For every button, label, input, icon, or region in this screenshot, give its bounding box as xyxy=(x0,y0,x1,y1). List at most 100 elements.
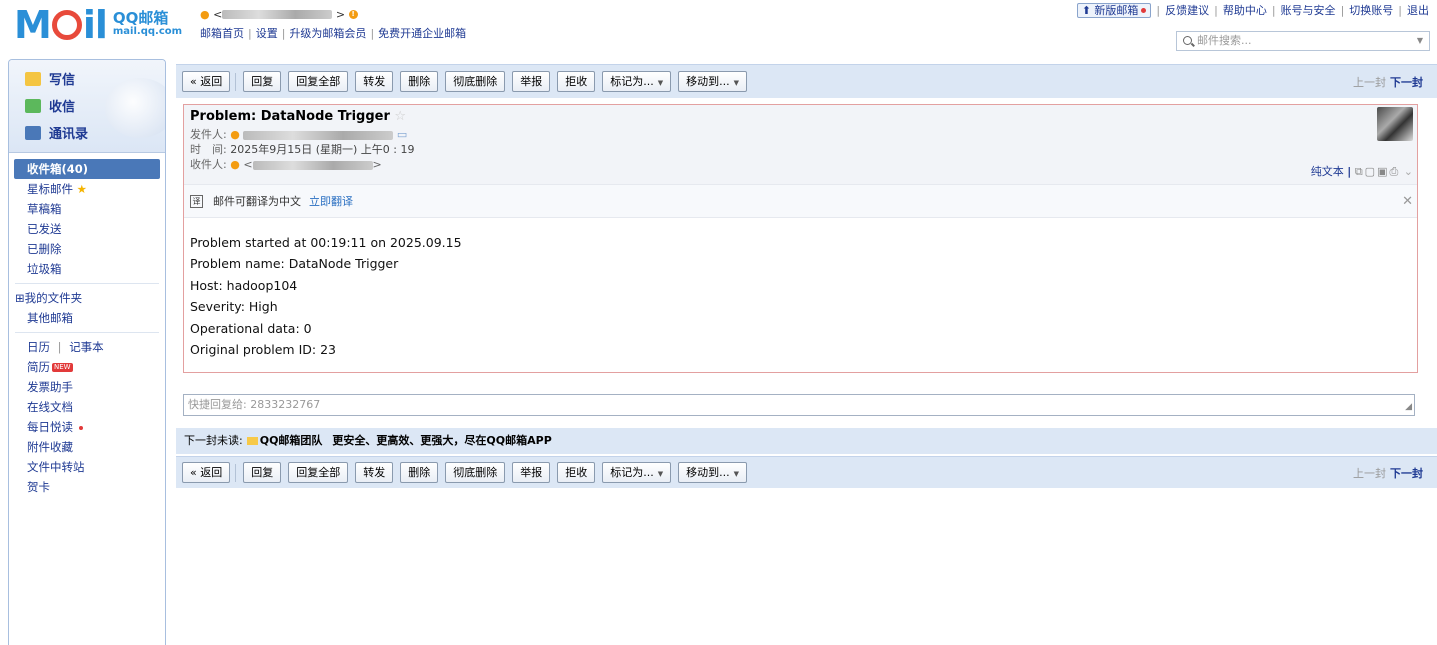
link-feedback[interactable]: 反馈建议 xyxy=(1165,2,1209,18)
mark-as-dropdown[interactable]: 标记为... ▼ xyxy=(602,71,672,92)
sender-avatar[interactable] xyxy=(1377,107,1413,141)
other-mailboxes[interactable]: 其他邮箱 xyxy=(9,308,165,328)
redacted-sender[interactable] xyxy=(243,130,394,140)
user-account[interactable]: ● < > ! xyxy=(200,8,358,21)
compose-button[interactable]: 写信 xyxy=(25,69,75,88)
reply-button[interactable]: 回复 xyxy=(243,462,282,483)
next-unread-subject[interactable]: 更安全、更高效、更强大，尽在QQ邮箱APP xyxy=(332,434,551,447)
receive-button[interactable]: 收信 xyxy=(25,96,75,115)
delete-forever-button[interactable]: 彻底删除 xyxy=(445,71,506,92)
contacts-button[interactable]: 通讯录 xyxy=(25,123,88,142)
folder-sent[interactable]: 已发送 xyxy=(9,219,165,239)
link-help[interactable]: 帮助中心 xyxy=(1223,2,1267,18)
body-line: Original problem ID: 23 xyxy=(190,342,336,358)
link-calendar[interactable]: 日历 xyxy=(27,340,50,354)
chevron-down-icon: ▼ xyxy=(733,470,740,478)
folder-drafts[interactable]: 草稿箱 xyxy=(9,199,165,219)
envelope-icon xyxy=(246,437,258,445)
prev-mail-link[interactable]: 上一封 xyxy=(1353,76,1386,89)
mail-search-input[interactable]: 邮件搜索... ▼ xyxy=(1176,31,1430,51)
back-button[interactable]: « 返回 xyxy=(182,462,231,483)
body-line: Problem started at 00:19:11 on 2025.09.1… xyxy=(190,235,462,250)
resize-handle-icon[interactable]: ◢ xyxy=(1405,399,1412,415)
app-daily-reading[interactable]: 每日悦读 xyxy=(9,417,165,437)
mail-to: 收件人: ● < > xyxy=(190,158,382,171)
view-options: 纯文本 | ⧉▢▣⎙ ⌄ xyxy=(1310,165,1413,178)
folder-spam[interactable]: 垃圾箱 xyxy=(9,259,165,279)
next-unread-sender[interactable]: QQ邮箱团队 xyxy=(260,434,323,447)
star-icon[interactable]: ☆ xyxy=(394,109,406,124)
top-toolbar: « 返回 回复 回复全部 转发 删除 彻底删除 举报 拒收 标记为... ▼ 移动… xyxy=(176,64,1437,98)
sidebar-primary: 写信 收信 通讯录 xyxy=(9,60,165,153)
redacted-username xyxy=(222,10,333,19)
reply-all-button[interactable]: 回复全部 xyxy=(288,462,349,483)
delete-forever-button[interactable]: 彻底删除 xyxy=(445,462,506,483)
mail-subject: Problem: DataNode Trigger ☆ xyxy=(190,109,407,124)
header: Mil QQ邮箱 mail.qq.com ● < > ! 邮箱首页 | 设置 | 升级为… xyxy=(0,0,1437,58)
calendar-notes: 日历 | 记事本 xyxy=(27,340,104,354)
report-button[interactable]: 举报 xyxy=(512,71,551,92)
new-version-button[interactable]: ⬆ 新版邮箱 xyxy=(1076,2,1152,18)
sidebar-decoration xyxy=(105,78,165,138)
chevron-down-icon[interactable]: ▼ xyxy=(1417,32,1423,50)
move-to-dropdown[interactable]: 移动到... ▼ xyxy=(678,71,748,92)
body-line: Problem name: DataNode Trigger xyxy=(190,256,399,272)
folder-starred[interactable]: 星标邮件 ★ xyxy=(9,179,165,199)
reply-button[interactable]: 回复 xyxy=(243,71,282,92)
new-dot-icon xyxy=(1141,8,1147,13)
link-switch-account[interactable]: 切换账号 xyxy=(1349,2,1393,18)
mail-time: 时 间: 2025年9月15日 (星期一) 上午0 : 19 xyxy=(190,143,415,156)
close-icon[interactable]: ✕ xyxy=(1402,194,1413,209)
qq-mail-logo[interactable]: Mil QQ邮箱 mail.qq.com xyxy=(14,6,182,44)
reject-button[interactable]: 拒收 xyxy=(557,462,596,483)
link-upgrade-vip[interactable]: 升级为邮箱会员 xyxy=(289,27,366,40)
search-icon xyxy=(1183,36,1192,45)
translate-now-link[interactable]: 立即翻译 xyxy=(309,193,353,209)
reject-button[interactable]: 拒收 xyxy=(557,71,596,92)
inbox-download-icon xyxy=(25,98,41,113)
forward-button[interactable]: 转发 xyxy=(355,462,394,483)
view-mode-icons[interactable]: ⧉▢▣⎙ xyxy=(1355,165,1400,178)
mail-pager: 上一封 下一封 xyxy=(1353,465,1423,481)
delete-button[interactable]: 删除 xyxy=(400,462,439,483)
quick-reply-input[interactable]: 快捷回复给: 2833232767 ◢ xyxy=(183,394,1415,416)
move-to-dropdown[interactable]: 移动到... ▼ xyxy=(678,462,748,483)
redacted-recipient[interactable] xyxy=(252,160,373,170)
next-mail-link[interactable]: 下一封 xyxy=(1390,76,1423,89)
link-settings[interactable]: 设置 xyxy=(256,27,278,40)
reply-all-button[interactable]: 回复全部 xyxy=(288,71,349,92)
mark-as-dropdown[interactable]: 标记为... ▼ xyxy=(602,462,672,483)
forward-button[interactable]: 转发 xyxy=(355,71,394,92)
next-unread-label: 下一封未读: xyxy=(184,434,243,447)
app-greeting-cards[interactable]: 贺卡 xyxy=(9,477,165,497)
app-invoice[interactable]: 发票助手 xyxy=(9,377,165,397)
app-attachments[interactable]: 附件收藏 xyxy=(9,437,165,457)
mail-body: Problem started at 00:19:11 on 2025.09.1… xyxy=(184,218,1417,374)
quick-reply-placeholder: 快捷回复给: 2833232767 xyxy=(188,398,321,411)
search-placeholder: 邮件搜索... xyxy=(1197,34,1252,47)
link-notes[interactable]: 记事本 xyxy=(69,340,104,354)
alert-icon[interactable]: ! xyxy=(348,10,358,19)
link-account-security[interactable]: 账号与安全 xyxy=(1281,2,1336,18)
app-file-transfer[interactable]: 文件中转站 xyxy=(9,457,165,477)
contact-card-icon[interactable]: ▭ xyxy=(397,128,407,141)
link-enterprise-mail[interactable]: 免费开通企业邮箱 xyxy=(378,27,466,40)
folder-inbox[interactable]: 收件箱(40) xyxy=(14,159,160,179)
report-button[interactable]: 举报 xyxy=(512,462,551,483)
next-mail-link[interactable]: 下一封 xyxy=(1390,467,1423,480)
qq-penguin-icon: ● xyxy=(230,128,240,141)
app-resume[interactable]: 简历 NEW xyxy=(9,357,165,377)
prev-mail-link[interactable]: 上一封 xyxy=(1353,467,1386,480)
folder-deleted[interactable]: 已删除 xyxy=(9,239,165,259)
delete-button[interactable]: 删除 xyxy=(400,71,439,92)
translate-icon: 译 xyxy=(190,194,203,208)
link-mail-home[interactable]: 邮箱首页 xyxy=(200,27,244,40)
app-online-docs[interactable]: 在线文档 xyxy=(9,397,165,417)
chevron-down-icon[interactable]: ⌄ xyxy=(1404,165,1413,178)
my-folders[interactable]: ⊞我的文件夹 xyxy=(9,288,165,308)
mail-from: 发件人: ● ▭ xyxy=(190,128,408,141)
plain-text-link[interactable]: 纯文本 xyxy=(1311,165,1344,178)
back-button[interactable]: « 返回 xyxy=(182,71,231,92)
bottom-toolbar: « 返回 回复 回复全部 转发 删除 彻底删除 举报 拒收 标记为... ▼ 移动… xyxy=(176,456,1437,488)
link-logout[interactable]: 退出 xyxy=(1407,2,1429,18)
